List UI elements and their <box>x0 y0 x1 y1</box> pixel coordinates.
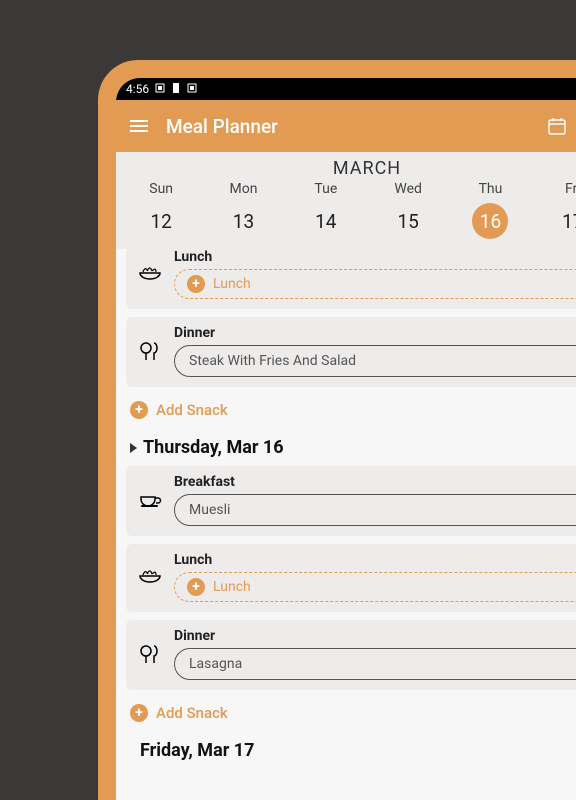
add-snack-button[interactable]: + Add Snack <box>116 395 576 429</box>
meal-label: Breakfast <box>174 474 576 490</box>
add-snack-button[interactable]: + Add Snack <box>116 698 576 732</box>
calendar-day[interactable]: Mon 13 <box>202 181 284 239</box>
menu-icon[interactable] <box>128 115 150 137</box>
plus-icon: + <box>187 275 205 293</box>
meal-label: Dinner <box>174 325 576 341</box>
calendar-icon[interactable] <box>546 115 568 137</box>
meal-card-dinner: Dinner Steak With Fries And Salad <box>126 317 576 387</box>
app-title: Meal Planner <box>166 115 278 138</box>
meal-input[interactable]: Lasagna <box>174 648 576 680</box>
plus-icon: + <box>130 704 148 722</box>
meal-list: Lunch + Lunch Dinner Steak With Fries An… <box>116 249 576 800</box>
calendar-month: MARCH <box>116 158 576 179</box>
calendar-day[interactable]: Sun 12 <box>120 181 202 239</box>
dinner-icon <box>136 337 164 365</box>
meal-label: Lunch <box>174 552 576 568</box>
day-number: 16 <box>472 203 508 239</box>
day-name: Wed <box>367 181 449 197</box>
meal-input[interactable]: Muesli <box>174 494 576 526</box>
meal-input-empty[interactable]: + Lunch <box>174 572 576 602</box>
day-number: 14 <box>308 203 344 239</box>
calendar-day[interactable]: Fri 17 <box>532 181 576 239</box>
status-icon <box>187 82 197 96</box>
calendar-day[interactable]: Wed 15 <box>367 181 449 239</box>
meal-label: Lunch <box>174 249 576 265</box>
day-header[interactable]: Friday, Mar 17 <box>116 732 576 769</box>
day-name: Fri <box>532 181 576 197</box>
meal-label: Dinner <box>174 628 576 644</box>
breakfast-icon <box>136 486 164 514</box>
status-bar: 4:56 <box>116 78 576 100</box>
day-number: 15 <box>390 203 426 239</box>
meal-card-lunch: Lunch + Lunch <box>126 544 576 612</box>
meal-input[interactable]: Steak With Fries And Salad <box>174 345 576 377</box>
day-header[interactable]: Thursday, Mar 16 <box>116 429 576 466</box>
calendar-strip: MARCH Sun 12 Mon 13 Tue 14 Wed 15 Thu 16 Fri 17 <box>116 152 576 249</box>
salad-icon <box>136 260 164 288</box>
day-name: Mon <box>202 181 284 197</box>
calendar-day[interactable]: Thu 16 <box>449 181 531 239</box>
dinner-icon <box>136 640 164 668</box>
meal-card-lunch: Lunch + Lunch <box>126 249 576 309</box>
plus-icon: + <box>187 578 205 596</box>
chevron-right-icon <box>130 443 137 453</box>
status-icon <box>171 82 181 97</box>
app-bar: Meal Planner <box>116 100 576 152</box>
calendar-day[interactable]: Tue 14 <box>285 181 367 239</box>
day-name: Tue <box>285 181 367 197</box>
meal-card-dinner: Dinner Lasagna <box>126 620 576 690</box>
meal-card-breakfast: Breakfast Muesli <box>126 466 576 536</box>
day-name: Thu <box>449 181 531 197</box>
day-number: 17 <box>555 203 576 239</box>
meal-input-empty[interactable]: + Lunch <box>174 269 576 299</box>
day-number: 12 <box>143 203 179 239</box>
plus-icon: + <box>130 401 148 419</box>
salad-icon <box>136 563 164 591</box>
status-icon <box>155 82 165 96</box>
day-number: 13 <box>225 203 261 239</box>
status-time: 4:56 <box>126 82 149 96</box>
day-name: Sun <box>120 181 202 197</box>
